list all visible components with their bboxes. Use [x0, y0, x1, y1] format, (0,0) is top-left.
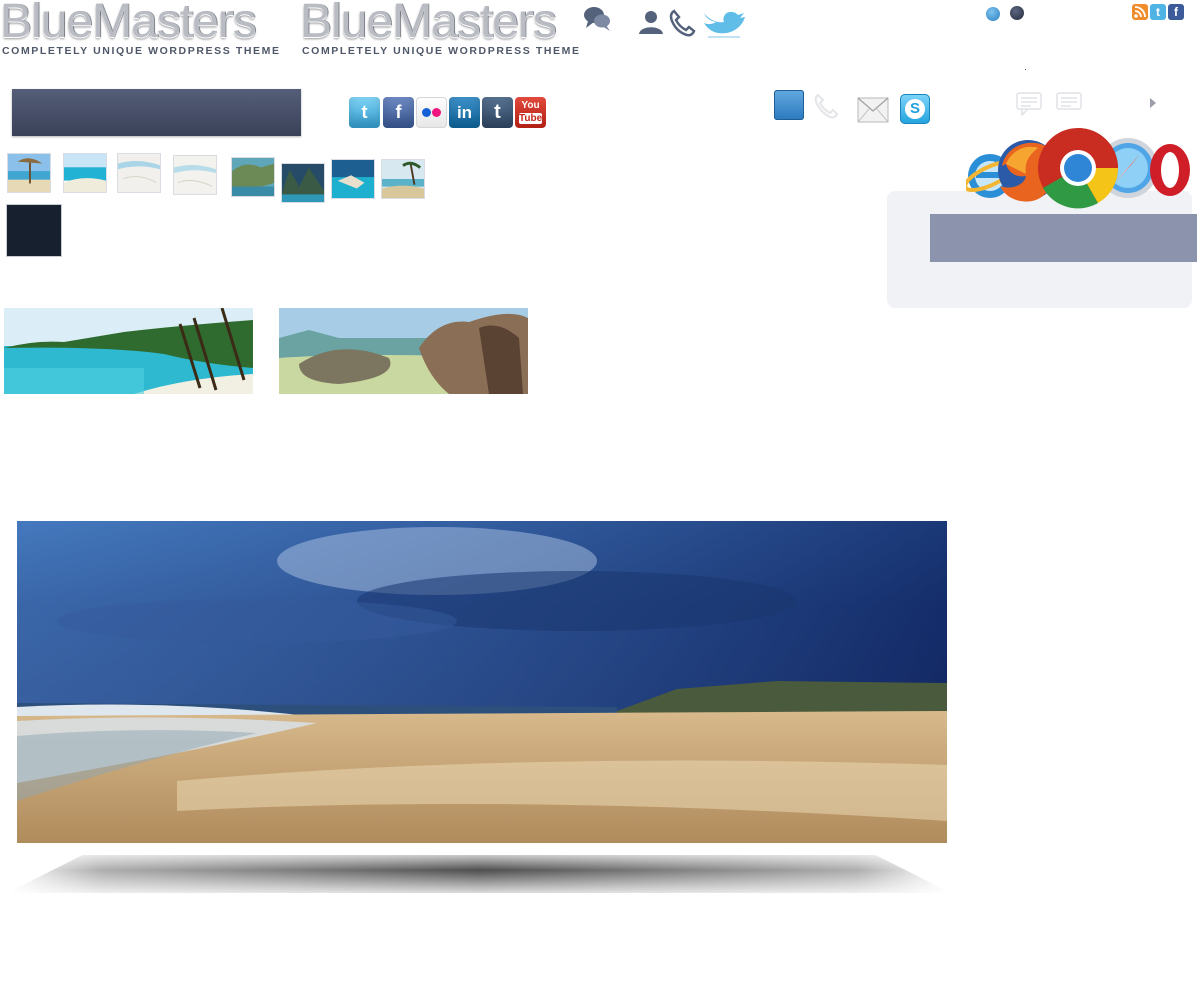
dark-tile[interactable]	[6, 204, 62, 257]
youtube-you: You	[521, 100, 540, 111]
youtube-social-icon[interactable]: You Tube	[515, 97, 546, 128]
facebook-glyph: f	[395, 102, 402, 122]
beach-thumbnail-8[interactable]	[381, 159, 425, 199]
chat-bubbles-icon[interactable]	[582, 4, 614, 34]
logo-tagline: COMPLETELY UNIQUE WORDPRESS THEME	[2, 45, 281, 57]
beach-thumbnail-3[interactable]	[117, 153, 161, 193]
slider-dot-2[interactable]	[1010, 6, 1024, 20]
twitter-icon[interactable]: t	[1150, 4, 1166, 20]
logo-wordmark: BlueMasters	[0, 0, 257, 48]
facebook-small-glyph: f	[1174, 5, 1178, 19]
phone-outline-icon[interactable]	[812, 92, 840, 120]
skype-glyph: S	[905, 99, 925, 119]
site-logo[interactable]: BlueMasters COMPLETELY UNIQUE WORDPRESS …	[0, 0, 279, 60]
beach-thumbnail-6[interactable]	[281, 163, 325, 203]
twitter-small-glyph: t	[1156, 5, 1160, 19]
beach-thumbnail-7[interactable]	[331, 159, 375, 199]
rss-icon[interactable]	[1132, 4, 1148, 20]
phone-icon[interactable]	[668, 9, 696, 37]
comment-icon[interactable]	[1016, 92, 1042, 116]
rocky-beach-image[interactable]	[279, 308, 528, 394]
logo-tagline-secondary: COMPLETELY UNIQUE WORDPRESS THEME	[302, 45, 581, 57]
linkedin-glyph: in	[456, 102, 473, 122]
opera-icon	[1150, 144, 1190, 196]
flickr-social-icon[interactable]	[416, 97, 447, 128]
user-icon[interactable]	[638, 9, 664, 35]
tiny-dot	[1025, 69, 1026, 70]
browser-icons	[966, 128, 1190, 209]
search-bar[interactable]	[12, 89, 301, 136]
youtube-tube: Tube	[519, 113, 543, 124]
twitter-bird-icon[interactable]	[700, 3, 748, 39]
slider-dot-1[interactable]	[986, 7, 1000, 21]
skype-icon[interactable]: S	[900, 94, 930, 124]
flickr-blue-dot	[422, 108, 431, 117]
beach-thumbnail-2[interactable]	[63, 153, 107, 193]
hero-beach-image	[17, 521, 947, 843]
tumblr-glyph: t	[494, 101, 501, 123]
facebook-icon[interactable]: f	[1168, 4, 1184, 20]
beach-thumbnail-1[interactable]	[7, 153, 51, 193]
beach-thumbnail-5[interactable]	[231, 157, 275, 197]
linkedin-social-icon[interactable]: in	[449, 97, 480, 128]
mail-icon[interactable]	[857, 95, 889, 125]
arrow-right-icon[interactable]	[1148, 96, 1158, 110]
tropical-beach-image[interactable]	[4, 308, 253, 394]
tumblr-social-icon[interactable]: t	[482, 97, 513, 128]
site-logo-secondary[interactable]: BlueMasters COMPLETELY UNIQUE WORDPRESS …	[300, 0, 579, 60]
blue-square-icon[interactable]	[774, 90, 804, 120]
sidebar-bar[interactable]	[930, 214, 1197, 262]
comments-icon[interactable]	[1056, 92, 1082, 116]
twitter-glyph: t	[361, 102, 368, 122]
chrome-icon	[1038, 128, 1119, 209]
beach-thumbnail-4[interactable]	[173, 155, 217, 195]
flickr-pink-dot	[432, 108, 441, 117]
logo-wordmark-secondary: BlueMasters	[300, 0, 557, 48]
twitter-social-icon[interactable]: t	[349, 97, 380, 128]
facebook-social-icon[interactable]: f	[383, 97, 414, 128]
image-reflection-shadow	[7, 855, 951, 893]
